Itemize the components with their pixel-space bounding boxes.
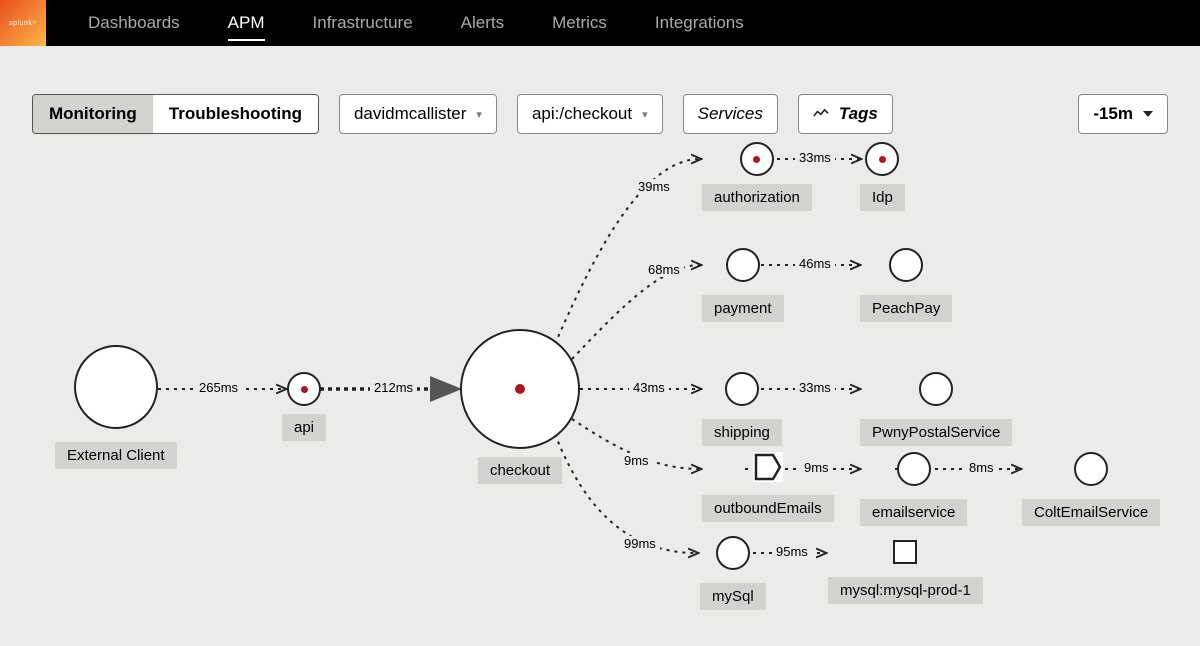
top-nav-bar: splunk> Dashboards APM Infrastructure Al…: [0, 0, 1200, 46]
service-label: mysql:mysql-prod-1: [828, 577, 983, 604]
service-node-mysql-prod[interactable]: mysql:mysql-prod-1: [828, 540, 983, 604]
services-button[interactable]: Services: [683, 94, 778, 134]
service-label: ColtEmailService: [1022, 499, 1160, 526]
latency-api-checkout: 212ms: [370, 380, 417, 395]
service-label: emailservice: [860, 499, 967, 526]
brand-logo[interactable]: splunk>: [0, 0, 46, 46]
user-dropdown-label: davidmcallister: [354, 104, 466, 124]
endpoint-dropdown[interactable]: api:/checkout ▾: [517, 94, 663, 134]
nav-item-alerts[interactable]: Alerts: [437, 0, 528, 46]
chart-line-icon: [813, 108, 829, 120]
service-node-mysql[interactable]: mySql: [700, 536, 766, 610]
service-label: mySql: [700, 583, 766, 610]
service-label: Idp: [860, 184, 905, 211]
latency-shipping-pwny: 33ms: [795, 380, 835, 395]
latency-checkout-shipping: 43ms: [629, 380, 669, 395]
edge-layer: [0, 134, 1200, 646]
main-nav: Dashboards APM Infrastructure Alerts Met…: [64, 0, 768, 46]
nav-item-metrics[interactable]: Metrics: [528, 0, 631, 46]
nav-item-apm[interactable]: APM: [204, 0, 289, 46]
tags-button-label: Tags: [839, 104, 878, 124]
service-node-checkout[interactable]: checkout: [460, 329, 580, 484]
time-range-label: -15m: [1093, 104, 1133, 124]
service-label: outboundEmails: [702, 495, 834, 522]
service-label: PeachPay: [860, 295, 952, 322]
database-icon: [893, 540, 917, 564]
service-label: External Client: [55, 442, 177, 469]
toolbar: Monitoring Troubleshooting davidmcallist…: [0, 46, 1200, 134]
service-node-pwnypostalservice[interactable]: PwnyPostalService: [860, 372, 1012, 446]
service-node-coltemailservice[interactable]: ColtEmailService: [1022, 452, 1160, 526]
troubleshooting-tab[interactable]: Troubleshooting: [153, 95, 318, 133]
chevron-down-icon: ▾: [476, 108, 482, 121]
latency-emailservice-colt: 8ms: [965, 460, 998, 475]
latency-checkout-outbound: 9ms: [620, 453, 653, 468]
latency-checkout-mysql: 99ms: [620, 536, 660, 551]
service-node-api[interactable]: api: [282, 372, 326, 441]
tags-button[interactable]: Tags: [798, 94, 893, 134]
service-node-peachpay[interactable]: PeachPay: [860, 248, 952, 322]
view-mode-segment: Monitoring Troubleshooting: [32, 94, 319, 134]
nav-item-integrations[interactable]: Integrations: [631, 0, 768, 46]
chevron-down-icon: ▾: [642, 108, 648, 121]
latency-mysql-prod: 95ms: [772, 544, 812, 559]
service-map[interactable]: 265ms 212ms 39ms 33ms 68ms 46ms 43ms 33m…: [0, 134, 1200, 646]
time-range-dropdown[interactable]: -15m: [1078, 94, 1168, 134]
latency-checkout-authorization: 39ms: [634, 179, 674, 194]
service-label: PwnyPostalService: [860, 419, 1012, 446]
service-node-outboundemails[interactable]: outboundEmails: [702, 452, 834, 522]
service-label: checkout: [478, 457, 562, 484]
service-label: api: [282, 414, 326, 441]
service-node-emailservice[interactable]: emailservice: [860, 452, 967, 526]
service-node-idp[interactable]: Idp: [860, 142, 905, 211]
latency-ext-api: 265ms: [195, 380, 242, 395]
caret-down-icon: [1143, 111, 1153, 117]
service-label: authorization: [702, 184, 812, 211]
service-node-payment[interactable]: payment: [702, 248, 784, 322]
monitoring-tab[interactable]: Monitoring: [33, 95, 153, 133]
service-label: payment: [702, 295, 784, 322]
nav-item-dashboards[interactable]: Dashboards: [64, 0, 204, 46]
latency-payment-peachpay: 46ms: [795, 256, 835, 271]
nav-item-infrastructure[interactable]: Infrastructure: [289, 0, 437, 46]
service-node-external-client[interactable]: External Client: [55, 345, 177, 469]
service-node-shipping[interactable]: shipping: [702, 372, 782, 446]
latency-checkout-payment: 68ms: [644, 262, 684, 277]
endpoint-dropdown-label: api:/checkout: [532, 104, 632, 124]
service-label: shipping: [702, 419, 782, 446]
user-dropdown[interactable]: davidmcallister ▾: [339, 94, 497, 134]
service-node-authorization[interactable]: authorization: [702, 142, 812, 211]
